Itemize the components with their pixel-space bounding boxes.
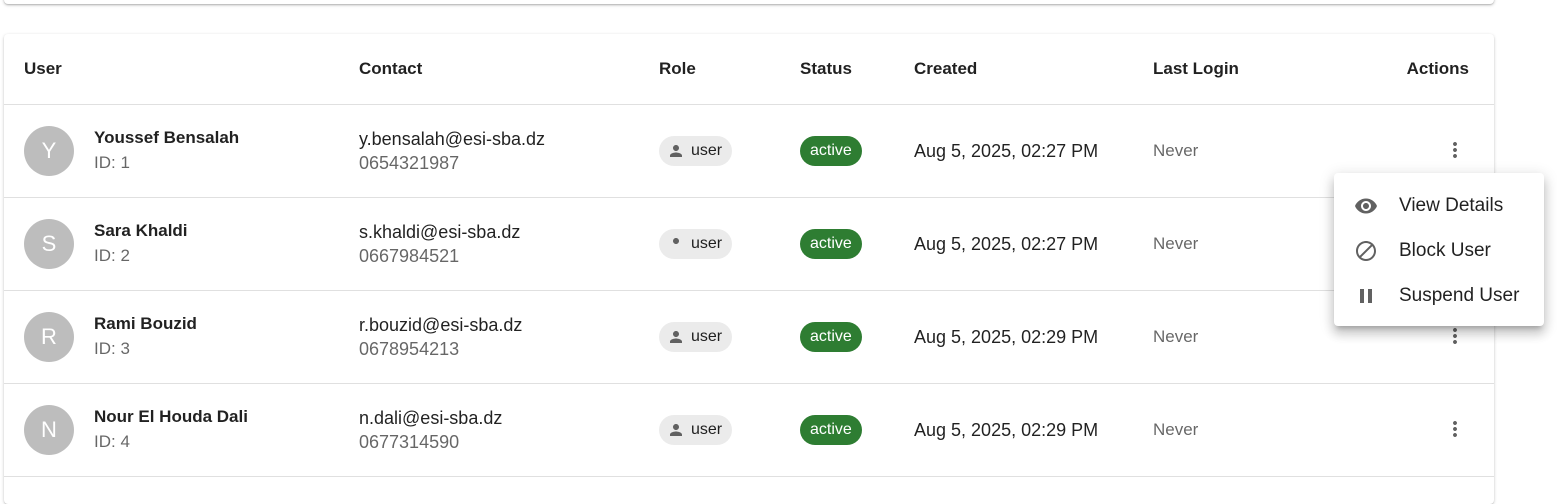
users-table: User Contact Role Status Created Last Lo…: [4, 34, 1494, 477]
created-date: Aug 5, 2025, 02:27 PM: [914, 140, 1099, 161]
last-login: Never: [1153, 420, 1199, 439]
eye-icon: [1354, 194, 1378, 218]
created-date: Aug 5, 2025, 02:27 PM: [914, 233, 1099, 254]
user-id: ID: 4: [94, 432, 130, 451]
contact-email: s.khaldi@esi-sba.dz: [359, 222, 521, 242]
header-contact: Contact: [359, 34, 659, 105]
table-header-row: User Contact Role Status Created Last Lo…: [4, 34, 1494, 105]
user-name: Nour El Houda Dali: [94, 407, 248, 426]
role-chip: user: [659, 229, 733, 259]
top-card: [4, 0, 1494, 4]
user-name: Youssef Bensalah: [94, 128, 240, 147]
status-badge: active: [800, 322, 862, 352]
person-icon: [670, 331, 682, 343]
role-chip: user: [659, 136, 733, 166]
header-actions: Actions: [1333, 34, 1494, 105]
contact-email: y.bensalah@esi-sba.dz: [359, 129, 546, 149]
table-row: R Rami Bouzid ID: 3 r.bouzid@esi-sba.dz …: [4, 290, 1494, 384]
created-date: Aug 5, 2025, 02:29 PM: [914, 419, 1099, 440]
menu-item-suspend-user[interactable]: Suspend User: [1334, 273, 1544, 318]
status-badge: active: [800, 136, 862, 166]
user-id: ID: 2: [94, 246, 130, 265]
user-id: ID: 3: [94, 339, 130, 358]
header-user: User: [4, 34, 359, 105]
contact-phone: 0654321987: [359, 153, 460, 173]
menu-item-label: View Details: [1399, 194, 1504, 216]
last-login: Never: [1153, 141, 1199, 160]
block-icon: [1354, 239, 1378, 263]
created-date: Aug 5, 2025, 02:29 PM: [914, 326, 1099, 347]
more-vert-icon: [1453, 141, 1457, 158]
contact-phone: 0678954213: [359, 339, 460, 359]
header-created: Created: [914, 34, 1153, 105]
role-label: user: [691, 328, 723, 345]
menu-item-view-details[interactable]: View Details: [1334, 183, 1544, 228]
contact-phone: 0677314590: [359, 432, 460, 452]
table-row: Y Youssef Bensalah ID: 1 y.bensalah@esi-…: [4, 104, 1494, 198]
last-login: Never: [1153, 234, 1199, 253]
avatar: N: [24, 405, 74, 455]
contact-email: n.dali@esi-sba.dz: [359, 408, 503, 428]
menu-item-label: Suspend User: [1399, 284, 1520, 306]
last-login: Never: [1153, 327, 1199, 346]
status-badge: active: [800, 415, 862, 445]
person-icon: [670, 424, 682, 436]
person-icon: [673, 238, 679, 246]
person-icon: [670, 145, 682, 157]
more-actions-button[interactable]: [1441, 136, 1469, 164]
table-row: N Nour El Houda Dali ID: 4 n.dali@esi-sb…: [4, 383, 1494, 477]
pause-icon: [1354, 284, 1378, 308]
contact-phone: 0667984521: [359, 246, 460, 266]
role-label: user: [691, 235, 723, 252]
role-label: user: [691, 142, 723, 159]
more-vert-icon: [1453, 420, 1457, 437]
avatar: R: [24, 312, 74, 362]
menu-item-block-user[interactable]: Block User: [1334, 228, 1544, 273]
contact-email: r.bouzid@esi-sba.dz: [359, 315, 523, 335]
users-table-card: User Contact Role Status Created Last Lo…: [4, 34, 1494, 504]
avatar: Y: [24, 126, 74, 176]
table-row: S Sara Khaldi ID: 2 s.khaldi@esi-sba.dz …: [4, 197, 1494, 291]
header-last-login: Last Login: [1153, 34, 1333, 105]
role-label: user: [691, 421, 723, 438]
header-status: Status: [800, 34, 914, 105]
user-name: Sara Khaldi: [94, 221, 188, 240]
status-badge: active: [800, 229, 862, 259]
role-chip: user: [659, 415, 733, 445]
user-id: ID: 1: [94, 153, 130, 172]
menu-item-label: Block User: [1399, 239, 1491, 261]
more-actions-button[interactable]: [1441, 415, 1469, 443]
avatar: S: [24, 219, 74, 269]
more-vert-icon: [1453, 327, 1457, 344]
role-chip: user: [659, 322, 733, 352]
header-role: Role: [659, 34, 800, 105]
actions-menu: View Details Block User Suspend User: [1334, 173, 1544, 326]
user-name: Rami Bouzid: [94, 314, 197, 333]
